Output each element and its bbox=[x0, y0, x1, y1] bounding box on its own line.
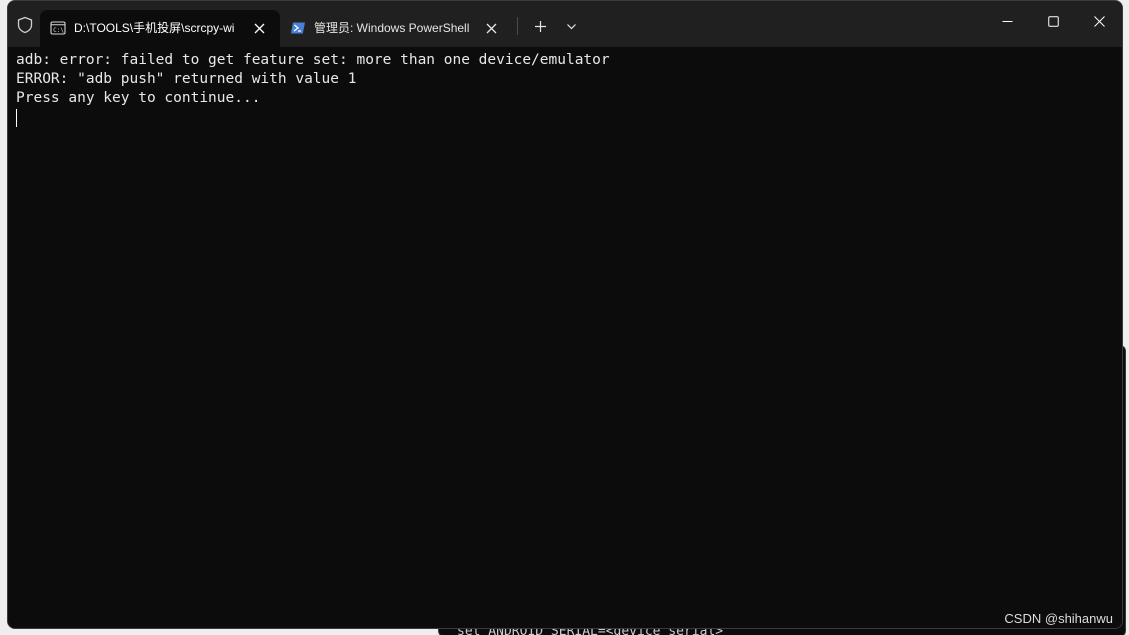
plus-icon bbox=[534, 20, 546, 32]
maximize-icon bbox=[1047, 15, 1059, 27]
desktop: set ANDROID_SERIAL=<device_serial> C:\ D… bbox=[0, 0, 1129, 635]
tab-close-button[interactable] bbox=[250, 19, 268, 37]
terminal-prompt-line bbox=[16, 108, 1114, 127]
chevron-down-icon bbox=[566, 23, 576, 29]
tab-dropdown-button[interactable] bbox=[559, 14, 583, 38]
close-icon bbox=[254, 23, 264, 33]
new-tab-button[interactable] bbox=[528, 14, 552, 38]
tab-powershell[interactable]: 管理员: Windows PowerShell bbox=[280, 10, 512, 47]
close-window-button[interactable] bbox=[1076, 1, 1122, 41]
close-icon bbox=[1093, 15, 1105, 27]
tab-separator bbox=[517, 17, 518, 35]
title-bar[interactable]: C:\ D:\TOOLS\手机投屏\scrcpy-wi 管理员: Windows… bbox=[8, 1, 1122, 47]
svg-text:C:\: C:\ bbox=[53, 27, 64, 34]
terminal-window: C:\ D:\TOOLS\手机投屏\scrcpy-wi 管理员: Windows… bbox=[7, 0, 1123, 629]
powershell-icon bbox=[291, 22, 305, 34]
tab-title: D:\TOOLS\手机投屏\scrcpy-wi bbox=[74, 21, 235, 35]
shield-icon bbox=[17, 16, 33, 34]
cmd-icon: C:\ bbox=[50, 21, 66, 35]
maximize-button[interactable] bbox=[1030, 1, 1076, 41]
minimize-button[interactable] bbox=[984, 1, 1030, 41]
scrollbar[interactable] bbox=[1116, 47, 1122, 628]
text-cursor bbox=[16, 109, 17, 127]
terminal-line: ERROR: "adb push" returned with value 1 bbox=[16, 71, 357, 87]
close-icon bbox=[486, 23, 496, 33]
tab-close-button[interactable] bbox=[482, 19, 500, 37]
minimize-icon bbox=[1002, 20, 1012, 22]
watermark: CSDN @shihanwu bbox=[1004, 611, 1113, 626]
terminal-line: adb: error: failed to get feature set: m… bbox=[16, 52, 610, 68]
terminal-line: Press any key to continue... bbox=[16, 90, 261, 106]
terminal-output[interactable]: adb: error: failed to get feature set: m… bbox=[8, 47, 1122, 628]
tab-cmd[interactable]: C:\ D:\TOOLS\手机投屏\scrcpy-wi bbox=[40, 10, 280, 47]
tab-title: 管理员: Windows PowerShell bbox=[314, 21, 470, 35]
